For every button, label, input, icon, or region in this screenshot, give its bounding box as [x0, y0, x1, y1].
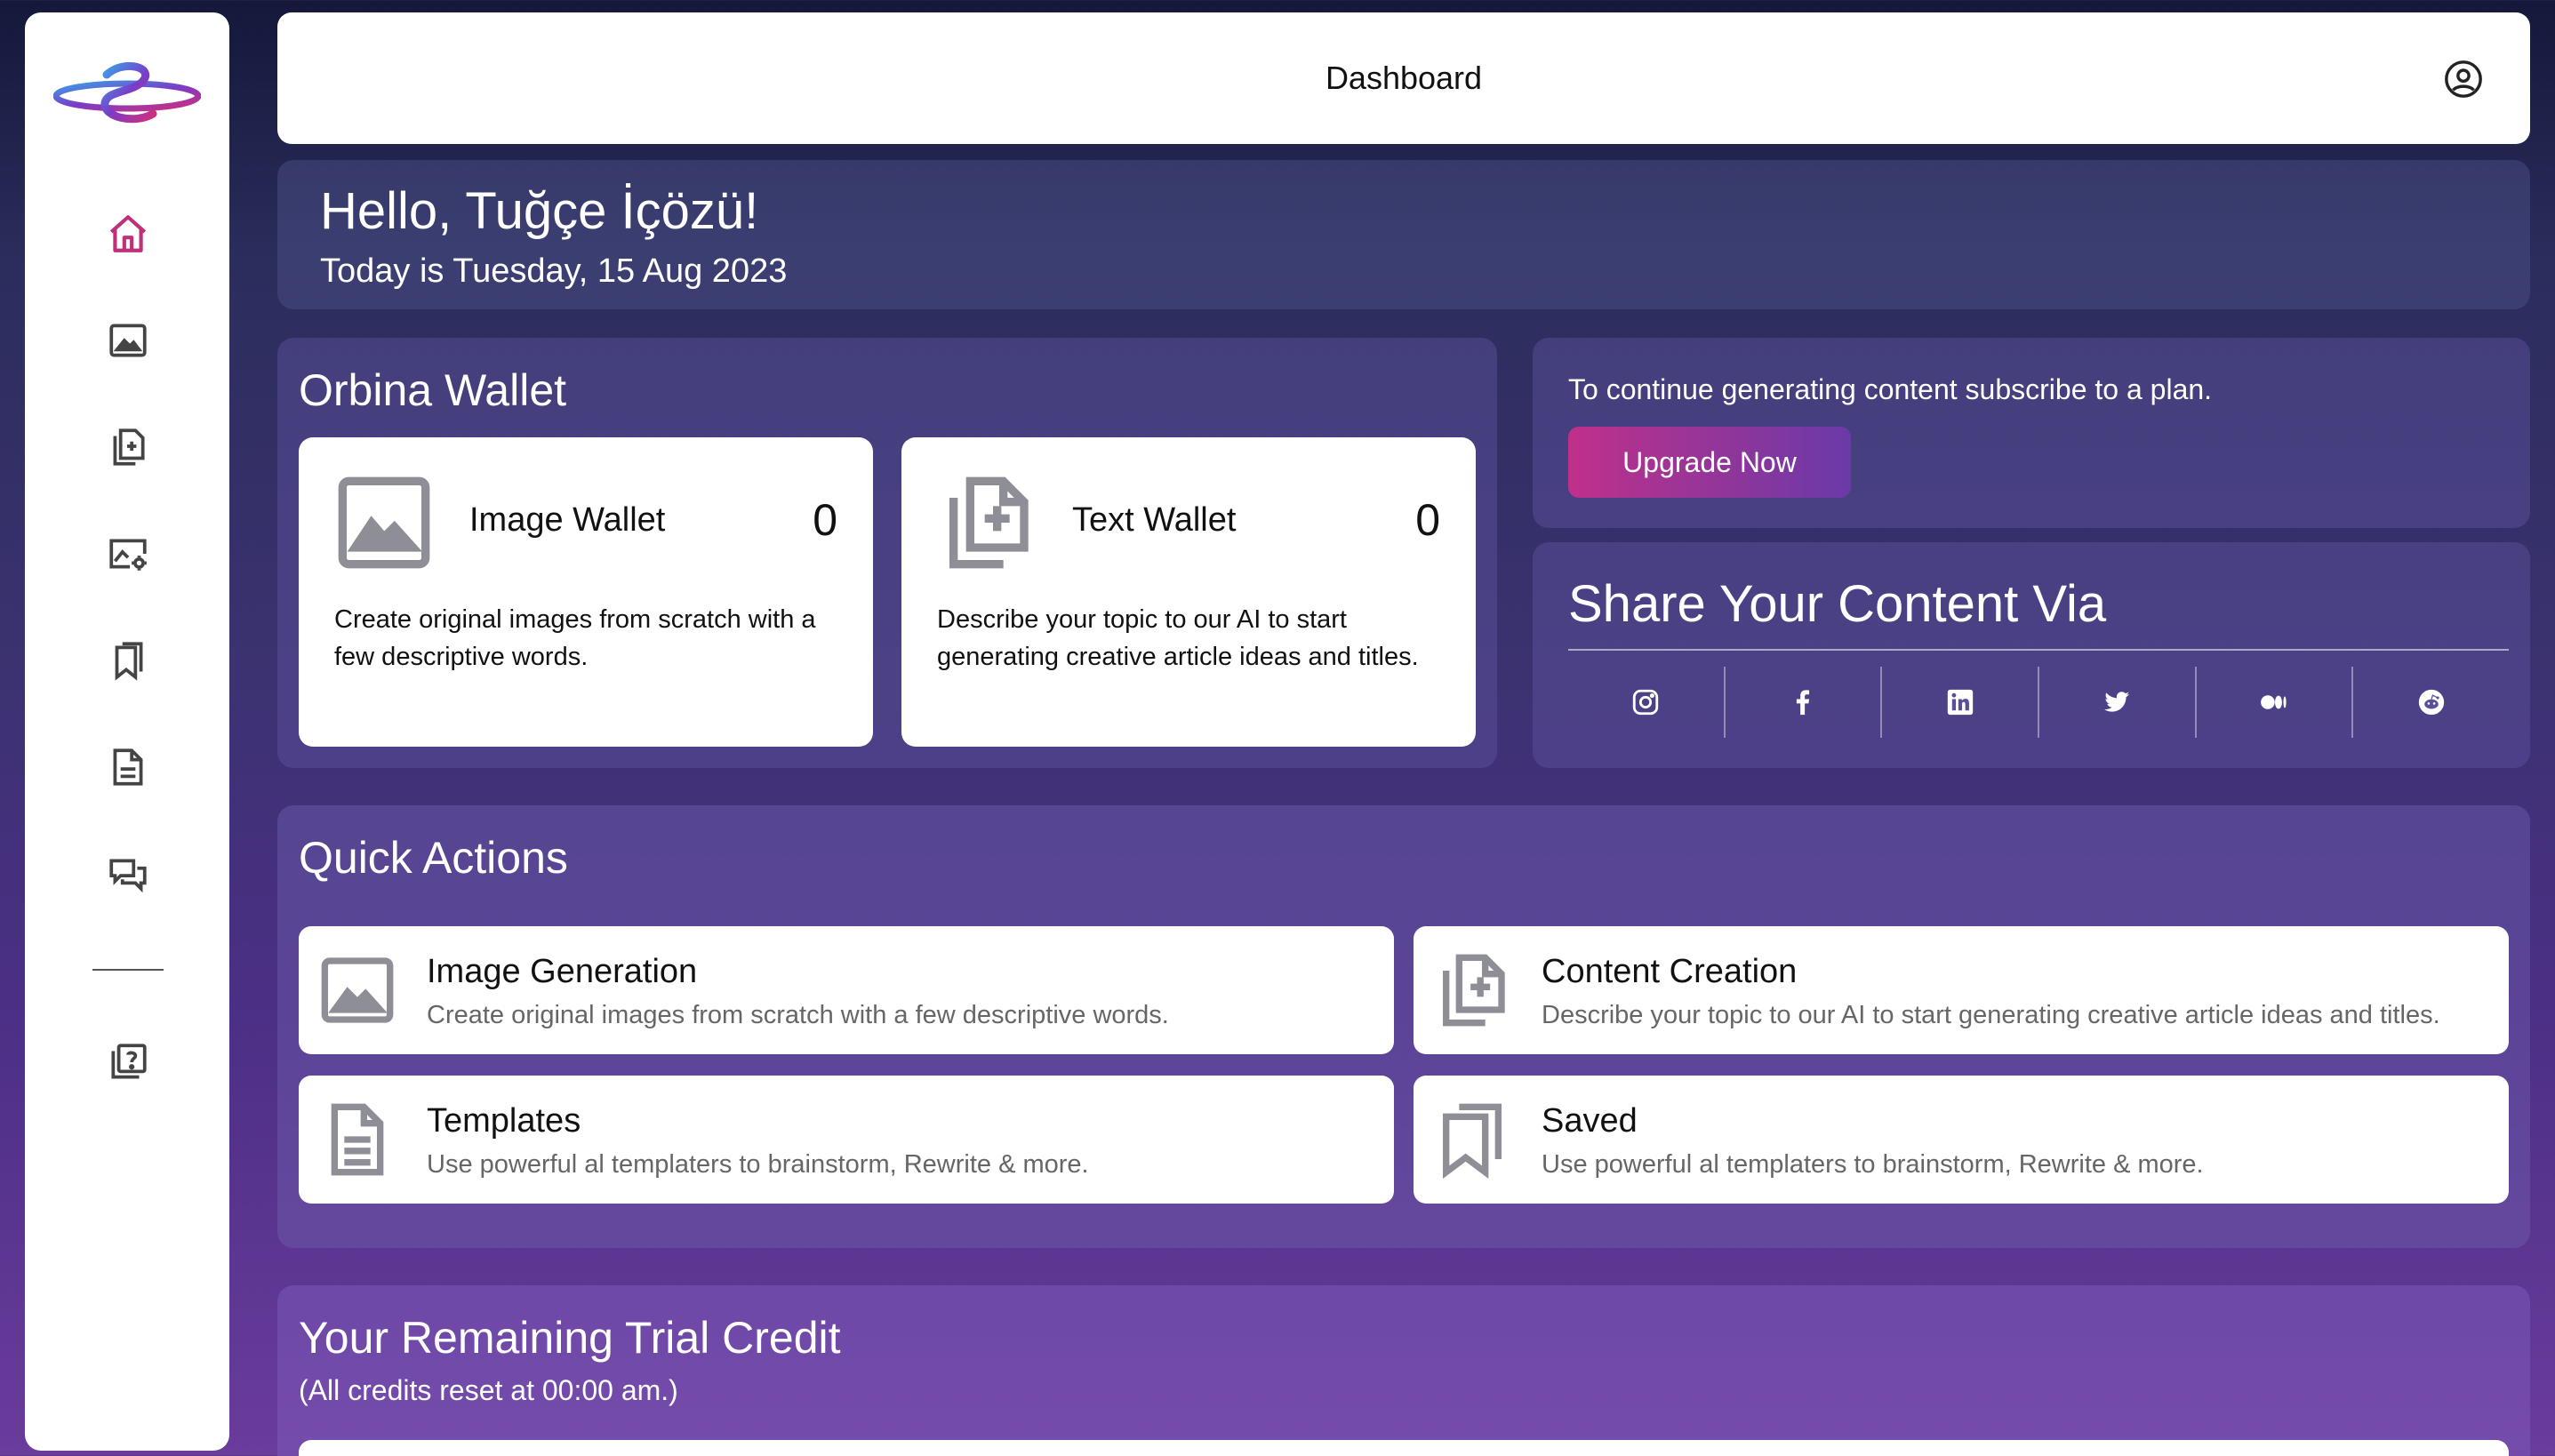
share-icon-row: [1568, 667, 2509, 738]
top-header: Dashboard: [277, 12, 2530, 144]
text-wallet-label: Text Wallet: [1072, 501, 1237, 539]
quick-actions-panel: Quick Actions Image Generation Create or…: [277, 805, 2530, 1248]
linkedin-icon[interactable]: [1882, 667, 2040, 738]
wallet-title: Orbina Wallet: [299, 365, 567, 415]
wallet-panel: Orbina Wallet Image Wallet 0 Create orig…: [277, 338, 1497, 768]
quick-action-title: Templates: [427, 1102, 581, 1140]
nav-saved-icon[interactable]: [106, 638, 150, 683]
trial-credit-panel: Your Remaining Trial Credit (All credits…: [277, 1285, 2530, 1456]
share-panel: Share Your Content Via: [1533, 542, 2530, 768]
medium-icon[interactable]: [2197, 667, 2354, 738]
quick-action-content-creation[interactable]: Content Creation Describe your topic to …: [1414, 926, 2509, 1054]
document-icon: [331, 1103, 384, 1176]
greeting-panel: Hello, Tuğçe İçözü! Today is Tuesday, 15…: [277, 160, 2530, 309]
image-wallet-count: 0: [813, 495, 837, 545]
nav-templates-icon[interactable]: [106, 745, 150, 789]
upgrade-message: To continue generating content subscribe…: [1568, 373, 2213, 405]
quick-action-title: Saved: [1542, 1102, 1638, 1140]
image-wallet-card[interactable]: Image Wallet 0 Create original images fr…: [299, 437, 873, 747]
instagram-icon[interactable]: [1568, 667, 1726, 738]
trial-credit-card: [299, 1440, 2509, 1456]
nav-chat-icon[interactable]: [106, 852, 150, 896]
image-wallet-desc: Create original images from scratch with…: [334, 605, 816, 671]
trial-credit-title: Your Remaining Trial Credit: [299, 1313, 841, 1363]
quick-action-title: Content Creation: [1542, 953, 1798, 990]
nav-image-settings-icon[interactable]: [106, 532, 150, 576]
nav-content-icon[interactable]: [106, 425, 150, 469]
share-divider: [1568, 649, 2509, 651]
nav-separator: [92, 969, 164, 971]
twitter-icon[interactable]: [2039, 667, 2197, 738]
user-account-icon[interactable]: [2443, 59, 2484, 100]
upgrade-now-button[interactable]: Upgrade Now: [1568, 427, 1851, 498]
text-wallet-desc: Describe your topic to our AI to start g…: [937, 605, 1419, 671]
quick-action-desc: Use powerful al templaters to brainstorm…: [1542, 1150, 2204, 1179]
text-wallet-card[interactable]: Text Wallet 0 Describe your topic to our…: [901, 437, 1476, 747]
quick-action-desc: Describe your topic to our AI to start g…: [1542, 1001, 2440, 1029]
document-add-icon: [1443, 954, 1505, 1027]
image-wallet-label: Image Wallet: [469, 501, 666, 539]
trial-credit-note: (All credits reset at 00:00 am.): [299, 1374, 678, 1406]
orbina-logo[interactable]: [53, 52, 201, 140]
quick-action-saved[interactable]: Saved Use powerful al templaters to brai…: [1414, 1076, 2509, 1204]
upgrade-panel: To continue generating content subscribe…: [1533, 338, 2530, 528]
text-wallet-count: 0: [1415, 495, 1440, 545]
greeting-title: Hello, Tuğçe İçözü!: [320, 182, 759, 240]
quick-action-image-generation[interactable]: Image Generation Create original images …: [299, 926, 1394, 1054]
quick-action-desc: Create original images from scratch with…: [427, 1001, 1169, 1029]
reddit-icon[interactable]: [2353, 667, 2509, 738]
bookmark-icon: [1443, 1103, 1502, 1179]
nav-image-icon[interactable]: [106, 318, 150, 363]
quick-action-title: Image Generation: [427, 953, 698, 990]
quick-action-desc: Use powerful al templaters to brainstorm…: [427, 1150, 1089, 1179]
greeting-date: Today is Tuesday, 15 Aug 2023: [320, 252, 788, 290]
quick-actions-title: Quick Actions: [299, 833, 568, 883]
nav-home-icon[interactable]: [106, 212, 150, 256]
image-icon: [321, 957, 394, 1023]
page-title: Dashboard: [1325, 60, 1483, 96]
document-add-icon: [949, 476, 1029, 569]
sidebar: [25, 12, 229, 1451]
share-title: Share Your Content Via: [1568, 575, 2107, 633]
quick-action-templates[interactable]: Templates Use powerful al templaters to …: [299, 1076, 1394, 1204]
nav-help-icon[interactable]: [106, 1040, 150, 1084]
image-icon: [338, 476, 430, 569]
facebook-icon[interactable]: [1726, 667, 1883, 738]
